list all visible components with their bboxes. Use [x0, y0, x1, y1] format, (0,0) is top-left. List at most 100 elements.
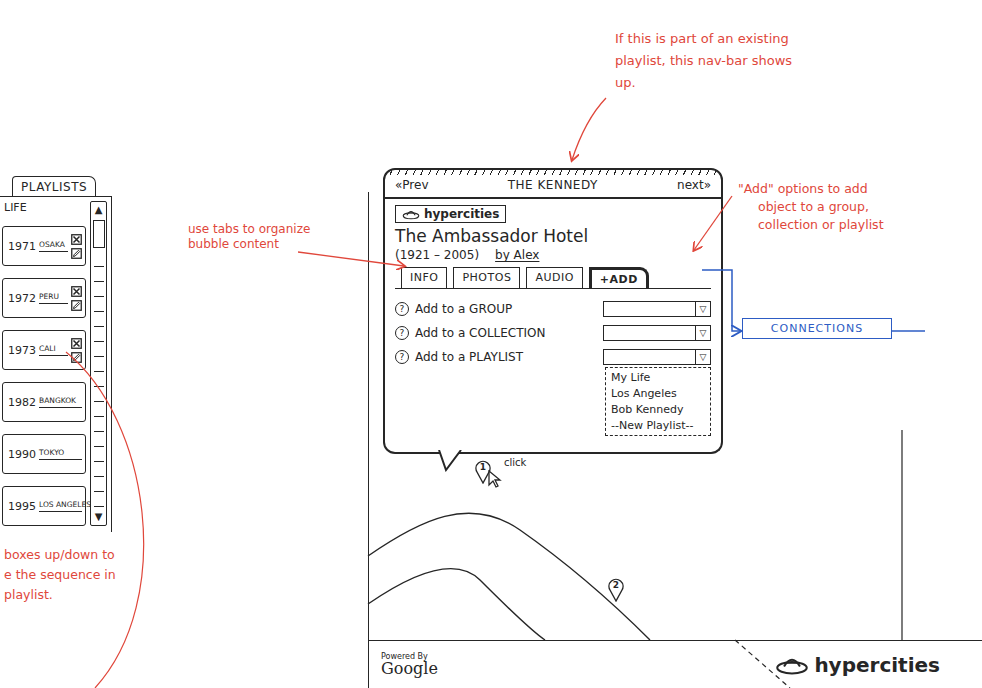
item-place: TOKYO	[39, 448, 82, 460]
note-line: collection or playlist	[738, 216, 884, 234]
edit-icon[interactable]	[71, 300, 82, 311]
click-label: click	[504, 457, 526, 468]
delete-icon[interactable]	[71, 286, 82, 297]
select-arrow[interactable]: ▽	[695, 326, 710, 340]
add-label: Add to a GROUP	[415, 302, 597, 316]
item-place: LOS ANGELES	[39, 500, 82, 512]
note-line: "Add" options to add	[738, 180, 884, 198]
note-line: up.	[615, 72, 792, 94]
playlist-list: LIFE 1971OSAKA 1972PERU 1973CALI 1982BANGKOK…	[0, 201, 86, 526]
item-place: BANGKOK	[39, 396, 82, 408]
add-select[interactable]: ▽	[603, 325, 711, 341]
bubble-tail	[437, 450, 467, 472]
dropdown-option[interactable]: Los Angeles	[611, 387, 705, 400]
connections-box[interactable]: CONNECTIONS	[742, 318, 892, 339]
item-controls	[71, 286, 82, 311]
item-year: 1982	[8, 396, 36, 409]
playlists-tab[interactable]: PLAYLISTS	[12, 176, 96, 196]
logo-text: hypercities	[814, 653, 940, 677]
select-box[interactable]: ▽	[603, 325, 711, 341]
dropdown-option[interactable]: Bob Kennedy	[611, 403, 705, 416]
road-line	[368, 569, 545, 640]
tabs-arrow	[298, 252, 404, 266]
add-options: ?Add to a GROUP▽?Add to a COLLECTION▽?Ad…	[395, 301, 711, 365]
dropdown-option[interactable]: --New Playlist--	[611, 419, 705, 432]
playlist-item[interactable]: 1971OSAKA	[2, 226, 86, 266]
select-box[interactable]: ▽	[603, 301, 711, 317]
playlist-title: LIFE	[0, 201, 86, 214]
connections-tail	[892, 330, 925, 332]
note-line: use tabs to organize	[188, 222, 310, 237]
playlist-item[interactable]: 1990TOKYO	[2, 434, 86, 474]
item-controls	[71, 338, 82, 363]
bubble-tabs: INFO PHOTOS AUDIO +ADD	[395, 267, 711, 289]
next-link[interactable]: next»	[677, 178, 711, 192]
scrollbar[interactable]: ▲▼	[90, 201, 107, 526]
note-line: playlist.	[4, 585, 116, 605]
map-pin[interactable]: 1click	[474, 460, 492, 484]
item-place: OSAKA	[39, 240, 68, 252]
navbar-arrow	[572, 98, 606, 160]
playlist-dropdown: My Life Los Angeles Bob Kennedy --New Playl…	[605, 367, 711, 436]
add-note: "Add" options to addobject to a group,co…	[738, 180, 884, 234]
playlist-name: THE KENNEDY	[508, 178, 598, 192]
logo-text: hypercities	[424, 207, 499, 221]
help-button[interactable]: ?	[395, 326, 409, 340]
select-arrow[interactable]: ▽	[695, 350, 710, 364]
add-row: ? Add to a GROUP ▽	[395, 301, 711, 317]
note-line: e the sequence in	[4, 565, 116, 585]
scroll-thumb[interactable]	[93, 220, 105, 248]
help-button[interactable]: ?	[395, 350, 409, 364]
help-button[interactable]: ?	[395, 302, 409, 316]
pin-label: 2	[607, 580, 625, 590]
cursor-icon	[488, 470, 502, 488]
delete-icon[interactable]	[71, 234, 82, 245]
playlist-item[interactable]: 1973CALI	[2, 330, 86, 370]
map-pin[interactable]: 2	[607, 578, 625, 602]
add-select[interactable]: ▽	[603, 301, 711, 317]
scroll-up-button[interactable]: ▲	[95, 204, 103, 216]
bubble-tab[interactable]: +ADD	[589, 267, 649, 288]
prev-link[interactable]: «Prev	[395, 178, 429, 192]
map-divider-line	[901, 430, 902, 640]
item-year: 1995	[8, 500, 36, 513]
credit-label: Powered By	[381, 653, 438, 661]
edit-icon[interactable]	[71, 248, 82, 259]
select-box[interactable]: ▽	[603, 349, 711, 365]
hypercities-logo-icon	[775, 653, 809, 677]
playlist-item[interactable]: 1982BANGKOK	[2, 382, 86, 422]
scroll-down-button[interactable]: ▼	[95, 511, 103, 523]
sketch-page: Powered ByGoogle hypercities 1click 2 PLAYLI…	[0, 0, 982, 688]
item-year: 1971	[8, 240, 36, 253]
add-arrow	[694, 196, 732, 250]
item-year: 1990	[8, 448, 36, 461]
add-select[interactable]: ▽My LifeLos AngelesBob Kennedy--New Play…	[603, 349, 711, 365]
dropdown-option[interactable]: My Life	[611, 371, 705, 384]
select-arrow[interactable]: ▽	[695, 302, 710, 316]
dates: (1921 – 2005)	[395, 248, 479, 262]
bubble-logo: hypercities	[395, 205, 506, 223]
add-row: ?Add to a PLAYLIST▽My LifeLos AngelesBob…	[395, 349, 711, 365]
note-line: playlist, this nav-bar shows	[615, 50, 792, 72]
add-label: Add to a COLLECTION	[415, 326, 597, 340]
bubble-tab[interactable]: AUDIO	[526, 267, 582, 288]
road-line	[368, 513, 650, 640]
byline[interactable]: by Alex	[495, 248, 539, 262]
delete-icon[interactable]	[71, 338, 82, 349]
playlist-item[interactable]: 1995LOS ANGELES	[2, 486, 86, 526]
note-line: object to a group,	[738, 198, 884, 216]
bubble-tab[interactable]: PHOTOS	[453, 267, 520, 288]
add-row: ? Add to a COLLECTION ▽	[395, 325, 711, 341]
item-controls	[71, 234, 82, 259]
credit-brand: Google	[381, 661, 438, 677]
connections-link	[702, 270, 740, 331]
bubble-tab[interactable]: INFO	[401, 267, 447, 288]
edit-icon[interactable]	[71, 352, 82, 363]
note-line: boxes up/down to	[4, 545, 116, 565]
item-year: 1972	[8, 292, 36, 305]
google-credit: Powered ByGoogle	[381, 653, 438, 677]
item-year: 1973	[8, 344, 36, 357]
info-bubble: «PrevTHE KENNEDYnext»hypercitiesThe Amba…	[383, 168, 723, 454]
reorder-note: boxes up/down toe the sequence inplaylis…	[4, 545, 116, 605]
playlist-item[interactable]: 1972PERU	[2, 278, 86, 318]
